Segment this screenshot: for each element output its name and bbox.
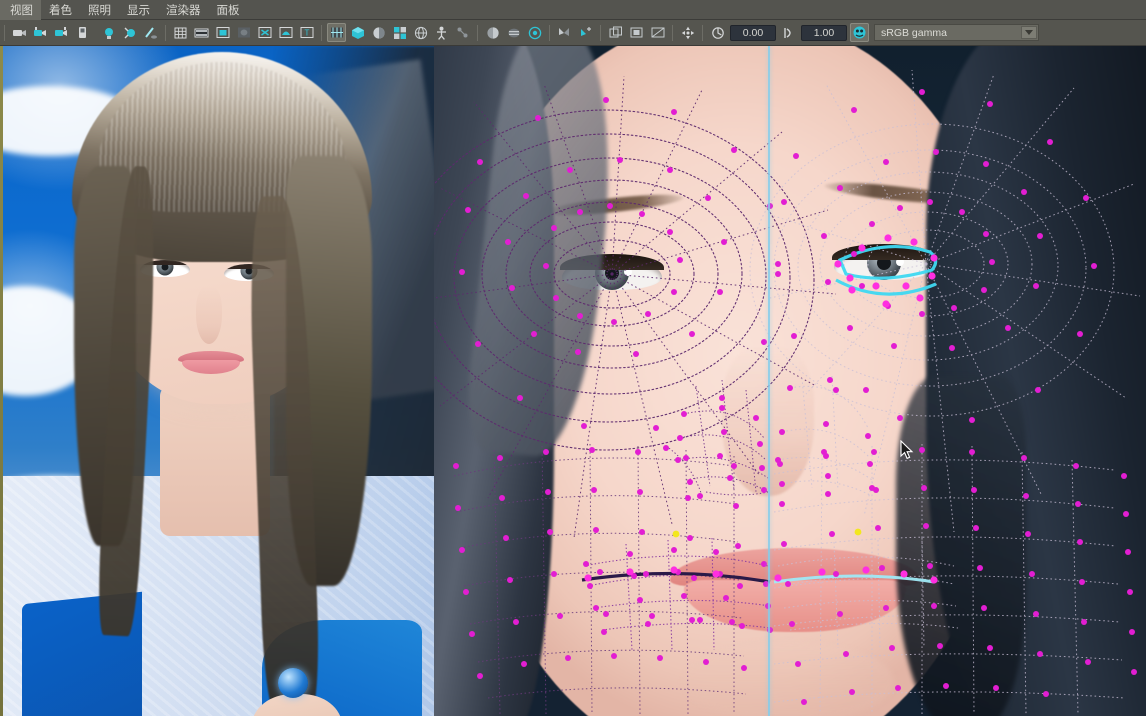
background-button[interactable] — [648, 23, 667, 42]
shade-wireframe-button[interactable] — [411, 23, 430, 42]
select-camera-button[interactable] — [10, 23, 29, 42]
lower-lip — [182, 360, 240, 374]
color-profile-dropdown[interactable]: sRGB gamma — [874, 24, 1039, 41]
toolbar-separator — [702, 24, 703, 41]
model-eye-right — [832, 244, 936, 284]
view-transform-button[interactable] — [678, 23, 697, 42]
grid-toggle-button[interactable] — [171, 23, 190, 42]
svg-text:T: T — [304, 29, 309, 38]
toolbar-separator — [477, 24, 478, 41]
reference-image-panel[interactable] — [0, 46, 434, 716]
gate-mask-button[interactable] — [234, 23, 253, 42]
lower-lip — [684, 580, 906, 632]
xray-active-button[interactable] — [276, 23, 295, 42]
nose-shape — [196, 286, 222, 344]
viewport-toolbar: T 0.00 1.00 sRGB gamma — [0, 20, 1146, 46]
toolbar-separator — [321, 24, 322, 41]
camera-attributes-button[interactable] — [31, 23, 50, 42]
perspective-viewport[interactable] — [0, 46, 1146, 716]
exposure-icon-button[interactable] — [708, 23, 727, 42]
flat-shade-button[interactable] — [390, 23, 409, 42]
toolbar-separator — [672, 24, 673, 41]
exposure-input[interactable]: 0.00 — [730, 24, 776, 41]
bookmark-camera-button[interactable] — [52, 23, 71, 42]
shadows-button[interactable] — [141, 23, 160, 42]
menu-shading[interactable]: 着色 — [41, 0, 80, 20]
chevron-down-icon[interactable] — [1021, 26, 1037, 39]
gamma-input[interactable]: 1.00 — [801, 24, 847, 41]
isolate-select-button[interactable] — [555, 23, 574, 42]
mouse-cursor — [900, 440, 914, 460]
menu-lighting[interactable]: 照明 — [80, 0, 119, 20]
xray-joints-mode-button[interactable] — [453, 23, 472, 42]
hardware-texturing-button[interactable] — [483, 23, 502, 42]
isolate-add-button[interactable] — [576, 23, 595, 42]
symmetry-axis-line — [768, 46, 770, 716]
model-lips — [670, 548, 920, 634]
texture-button[interactable]: T — [297, 23, 316, 42]
lips-shape — [178, 351, 244, 375]
eyeliner — [832, 244, 936, 260]
model-hair-right-2 — [896, 376, 1026, 716]
gamma-icon-button[interactable] — [779, 23, 798, 42]
color-management-button[interactable] — [850, 23, 869, 42]
active-viewport-indicator — [0, 46, 3, 716]
film-gate-button[interactable] — [192, 23, 211, 42]
application-window: 视图 着色 照明 显示 渲染器 面板 T 0.00 1.00 sRGB gamm… — [0, 0, 1146, 716]
toolbar-separator — [4, 24, 5, 41]
smooth-shade-all-button[interactable] — [348, 23, 367, 42]
transparency-button[interactable] — [627, 23, 646, 42]
toolbar-separator — [549, 24, 550, 41]
toolbar-separator — [600, 24, 601, 41]
use-all-lights-button[interactable] — [120, 23, 139, 42]
depth-peel-button[interactable] — [606, 23, 625, 42]
wireframe-button[interactable] — [327, 23, 346, 42]
orb-prop — [278, 668, 308, 698]
menu-bar: 视图 着色 照明 显示 渲染器 面板 — [0, 0, 1146, 20]
two-sided-lighting-button[interactable] — [99, 23, 118, 42]
screen-space-ao-button[interactable] — [525, 23, 544, 42]
xray-mode-button[interactable] — [432, 23, 451, 42]
resolution-gate-button[interactable] — [213, 23, 232, 42]
menu-show[interactable]: 显示 — [119, 0, 158, 20]
model-viewport-panel[interactable] — [434, 46, 1146, 716]
menu-panels[interactable]: 面板 — [209, 0, 248, 20]
image-plane-button[interactable] — [73, 23, 92, 42]
xray-joints-button[interactable] — [255, 23, 274, 42]
toolbar-separator — [165, 24, 166, 41]
menu-view[interactable]: 视图 — [0, 0, 41, 20]
menu-renderer[interactable]: 渲染器 — [158, 0, 209, 20]
model-chin — [684, 642, 894, 716]
hardware-fog-button[interactable] — [504, 23, 523, 42]
color-profile-label: sRGB gamma — [881, 26, 947, 39]
smooth-shade-selected-button[interactable] — [369, 23, 388, 42]
